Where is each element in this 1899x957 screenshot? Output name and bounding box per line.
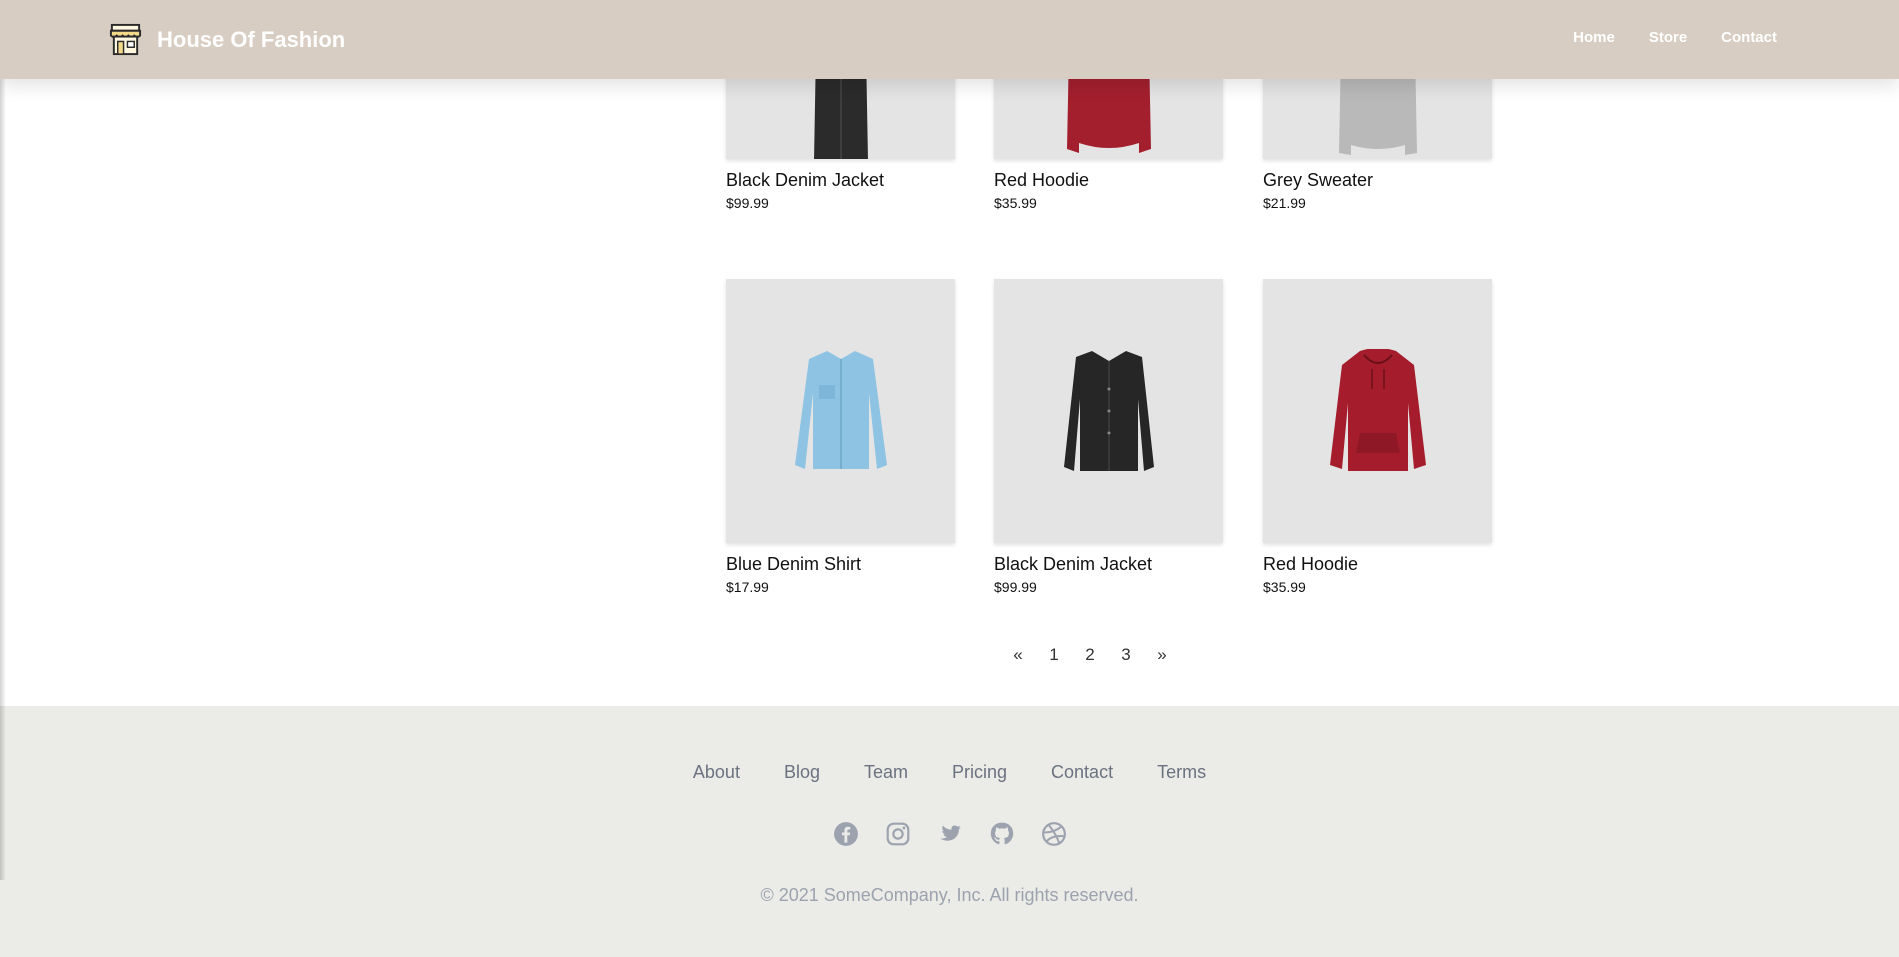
product-card[interactable]: Black Denim Jacket $99.99 bbox=[994, 279, 1223, 595]
hoodie-image bbox=[1329, 349, 1426, 471]
product-price: $21.99 bbox=[1263, 195, 1306, 211]
product-price: $99.99 bbox=[994, 579, 1037, 595]
footer-link-about[interactable]: About bbox=[693, 762, 740, 783]
pagination-page-3[interactable]: 3 bbox=[1108, 645, 1144, 665]
github-icon[interactable] bbox=[989, 821, 1015, 847]
instagram-icon[interactable] bbox=[885, 821, 911, 847]
product-image[interactable] bbox=[726, 279, 955, 543]
dribbble-icon[interactable] bbox=[1041, 821, 1067, 847]
copyright: © 2021 SomeCompany, Inc. All rights rese… bbox=[760, 885, 1139, 905]
product-grid: Black Denim Jacket $99.99 Red Hoodie $35… bbox=[0, 0, 1899, 705]
product-image[interactable] bbox=[994, 279, 1223, 543]
product-card[interactable]: Blue Denim Shirt $17.99 bbox=[726, 279, 955, 595]
pagination-prev[interactable]: « bbox=[1000, 645, 1036, 665]
pagination-page-2[interactable]: 2 bbox=[1072, 645, 1108, 665]
product-name[interactable]: Red Hoodie bbox=[994, 170, 1223, 190]
social-links bbox=[0, 821, 1899, 847]
product-name[interactable]: Grey Sweater bbox=[1263, 170, 1492, 190]
product-price: $99.99 bbox=[726, 195, 769, 211]
shirt-image bbox=[794, 351, 887, 469]
footer-link-team[interactable]: Team bbox=[864, 762, 908, 783]
brand-name[interactable]: House Of Fashion bbox=[157, 27, 345, 53]
product-price: $17.99 bbox=[726, 579, 769, 595]
site-header: House Of Fashion Home Store Contact bbox=[0, 0, 1899, 79]
facebook-icon[interactable] bbox=[833, 821, 859, 847]
twitter-icon[interactable] bbox=[937, 821, 963, 847]
product-card[interactable]: Red Hoodie $35.99 bbox=[994, 49, 1223, 211]
footer-link-terms[interactable]: Terms bbox=[1157, 762, 1206, 783]
nav-contact[interactable]: Contact bbox=[1721, 29, 1777, 46]
brand[interactable]: House Of Fashion bbox=[108, 22, 345, 57]
product-image[interactable] bbox=[1263, 279, 1492, 543]
footer-link-pricing[interactable]: Pricing bbox=[952, 762, 1007, 783]
product-name[interactable]: Black Denim Jacket bbox=[994, 554, 1223, 574]
jacket-image bbox=[1063, 351, 1154, 471]
product-name[interactable]: Red Hoodie bbox=[1263, 554, 1492, 574]
side-shadow bbox=[0, 60, 6, 880]
pagination-page-1[interactable]: 1 bbox=[1036, 645, 1072, 665]
pagination-next[interactable]: » bbox=[1144, 645, 1180, 665]
nav-store[interactable]: Store bbox=[1649, 29, 1687, 46]
product-price: $35.99 bbox=[994, 195, 1037, 211]
storefront-icon bbox=[109, 23, 142, 56]
product-card[interactable]: Black Denim Jacket $99.99 bbox=[726, 49, 955, 211]
nav-home[interactable]: Home bbox=[1573, 29, 1615, 46]
footer-links: About Blog Team Pricing Contact Terms bbox=[0, 762, 1899, 783]
footer-link-blog[interactable]: Blog bbox=[784, 762, 820, 783]
site-footer: About Blog Team Pricing Contact Terms © … bbox=[0, 706, 1899, 957]
product-card[interactable]: Grey Sweater $21.99 bbox=[1263, 49, 1492, 211]
product-name[interactable]: Blue Denim Shirt bbox=[726, 554, 955, 574]
main-nav: Home Store Contact bbox=[1539, 29, 1777, 46]
product-name[interactable]: Black Denim Jacket bbox=[726, 170, 955, 190]
pagination: « 1 2 3 » bbox=[1000, 645, 1180, 665]
product-price: $35.99 bbox=[1263, 579, 1306, 595]
footer-link-contact[interactable]: Contact bbox=[1051, 762, 1113, 783]
product-card[interactable]: Red Hoodie $35.99 bbox=[1263, 279, 1492, 595]
